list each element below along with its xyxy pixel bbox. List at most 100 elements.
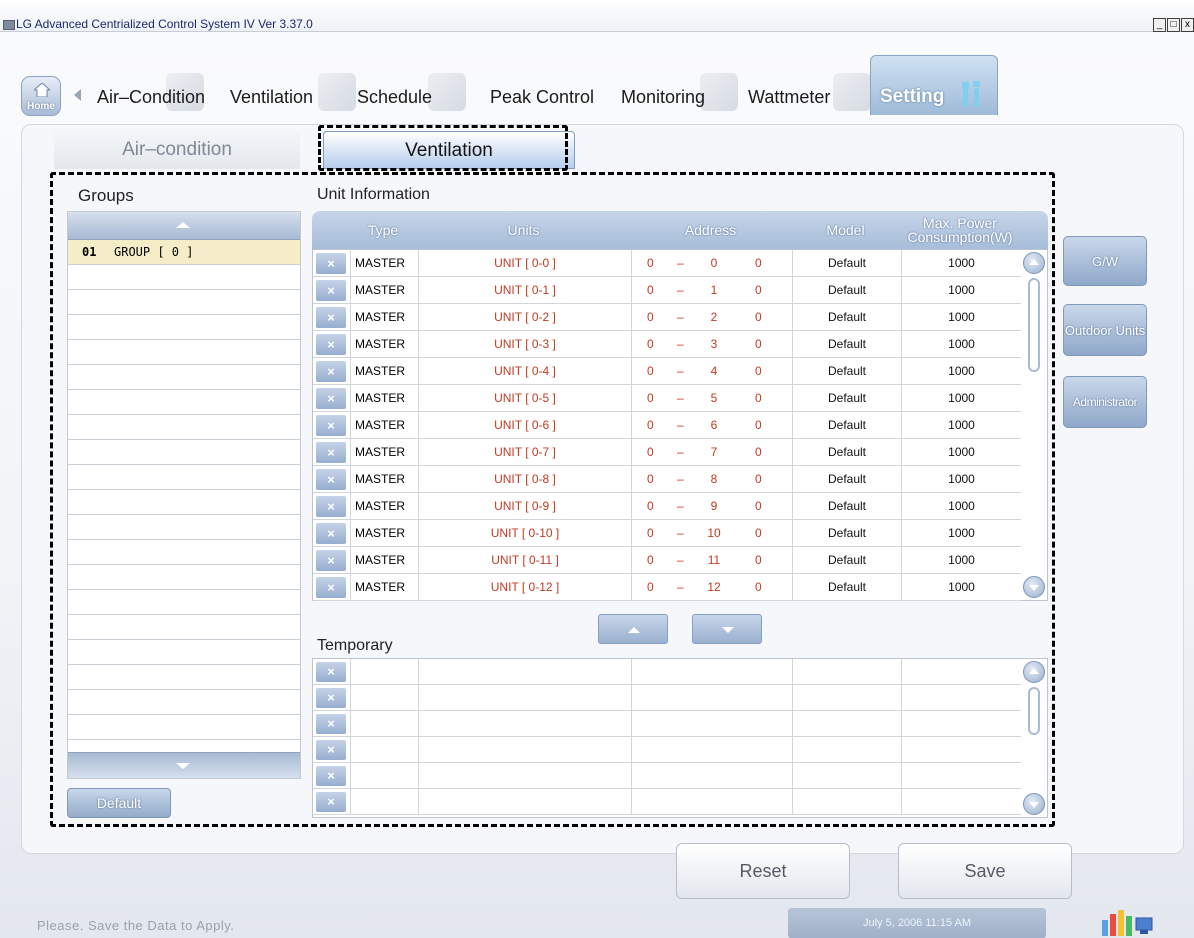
move-up-button[interactable] xyxy=(598,614,668,644)
cell-address xyxy=(631,685,792,710)
administrator-button[interactable]: Administrator xyxy=(1063,376,1147,428)
group-row-empty[interactable] xyxy=(68,665,300,690)
temporary-row[interactable]: × xyxy=(313,763,1021,789)
delete-row-icon[interactable]: × xyxy=(316,496,346,517)
group-row-empty[interactable] xyxy=(68,290,300,315)
scroll-down-icon[interactable] xyxy=(1023,576,1045,598)
maximize-button[interactable]: □ xyxy=(1167,18,1180,32)
cell-unit: UNIT [ 0-8 ] xyxy=(418,466,631,492)
scroll-up-icon[interactable] xyxy=(1023,252,1045,274)
table-row[interactable]: × MASTER UNIT [ 0-4 ] 0 – 4 0 Default 1000 xyxy=(313,358,1021,385)
group-row-empty[interactable] xyxy=(68,340,300,365)
group-row-empty[interactable] xyxy=(68,415,300,440)
home-button[interactable]: Home xyxy=(21,76,61,116)
delete-row-icon[interactable]: × xyxy=(316,523,346,544)
temporary-row[interactable]: × xyxy=(313,685,1021,711)
temporary-row[interactable]: × xyxy=(313,737,1021,763)
group-row-empty[interactable] xyxy=(68,540,300,565)
minimize-button[interactable]: _ xyxy=(1153,18,1166,32)
group-row-empty[interactable] xyxy=(68,640,300,665)
address-part-1: 0 xyxy=(647,418,654,432)
delete-row-icon[interactable]: × xyxy=(316,792,346,812)
groups-scroll-down-button[interactable] xyxy=(68,752,300,778)
window-titlebar: LG Advanced Centrialized Control System … xyxy=(0,0,1194,32)
group-row-empty[interactable] xyxy=(68,590,300,615)
nav-ventilation[interactable]: Ventilation xyxy=(230,87,313,108)
group-row-empty[interactable] xyxy=(68,565,300,590)
table-row[interactable]: × MASTER UNIT [ 0-0 ] 0 – 0 0 Default 1000 xyxy=(313,250,1021,277)
delete-row-icon[interactable]: × xyxy=(316,688,346,708)
group-row[interactable]: 01 GROUP [ 0 ] xyxy=(68,240,300,265)
temporary-row[interactable]: × xyxy=(313,711,1021,737)
delete-row-icon[interactable]: × xyxy=(316,766,346,786)
subtab-aircondition[interactable]: Air–condition xyxy=(54,131,300,169)
delete-row-icon[interactable]: × xyxy=(316,334,346,355)
delete-row-icon[interactable]: × xyxy=(316,280,346,301)
group-row-empty[interactable] xyxy=(68,690,300,715)
group-row-empty[interactable] xyxy=(68,440,300,465)
delete-row-icon[interactable]: × xyxy=(316,415,346,436)
group-row-empty[interactable] xyxy=(68,490,300,515)
delete-row-icon[interactable]: × xyxy=(316,714,346,734)
temporary-row[interactable]: × xyxy=(313,659,1021,685)
group-row-empty[interactable] xyxy=(68,390,300,415)
cell-power xyxy=(901,789,1021,814)
group-row-empty[interactable] xyxy=(68,315,300,340)
table-row[interactable]: × MASTER UNIT [ 0-12 ] 0 – 12 0 Default 1000 xyxy=(313,574,1021,601)
nav-schedule[interactable]: Schedule xyxy=(357,87,432,108)
delete-row-icon[interactable]: × xyxy=(316,577,346,598)
address-part-2: 8 xyxy=(710,472,718,486)
temporary-row[interactable]: × xyxy=(313,789,1021,815)
cell-model: Default xyxy=(792,520,901,546)
delete-row-icon[interactable]: × xyxy=(316,740,346,760)
nav-back-arrow-icon[interactable] xyxy=(74,89,81,101)
table-row[interactable]: × MASTER UNIT [ 0-7 ] 0 – 7 0 Default 1000 xyxy=(313,439,1021,466)
group-row-empty[interactable] xyxy=(68,515,300,540)
subtab-ventilation[interactable]: Ventilation xyxy=(323,131,575,169)
table-row[interactable]: × MASTER UNIT [ 0-2 ] 0 – 2 0 Default 1000 xyxy=(313,304,1021,331)
delete-row-icon[interactable]: × xyxy=(316,361,346,382)
group-row-empty[interactable] xyxy=(68,265,300,290)
reset-button[interactable]: Reset xyxy=(676,843,850,899)
table-row[interactable]: × MASTER UNIT [ 0-8 ] 0 – 8 0 Default 1000 xyxy=(313,466,1021,493)
save-button[interactable]: Save xyxy=(898,843,1072,899)
table-row[interactable]: × MASTER UNIT [ 0-11 ] 0 – 11 0 Default 1000 xyxy=(313,547,1021,574)
nav-aircondition[interactable]: Air–Condition xyxy=(97,87,205,108)
temporary-table-scrollbar[interactable] xyxy=(1023,661,1045,815)
table-row[interactable]: × MASTER UNIT [ 0-3 ] 0 – 3 0 Default 1000 xyxy=(313,331,1021,358)
delete-row-icon[interactable]: × xyxy=(316,469,346,490)
nav-peak-control[interactable]: Peak Control xyxy=(490,87,594,108)
scroll-down-icon[interactable] xyxy=(1023,793,1045,815)
scroll-up-icon[interactable] xyxy=(1023,661,1045,683)
table-row[interactable]: × MASTER UNIT [ 0-9 ] 0 – 9 0 Default 1000 xyxy=(313,493,1021,520)
table-row[interactable]: × MASTER UNIT [ 0-1 ] 0 – 1 0 Default 1000 xyxy=(313,277,1021,304)
table-row[interactable]: × MASTER UNIT [ 0-10 ] 0 – 10 0 Default 1000 xyxy=(313,520,1021,547)
gw-button[interactable]: G/W xyxy=(1063,236,1147,286)
default-button[interactable]: Default xyxy=(67,788,171,818)
delete-row-icon[interactable]: × xyxy=(316,388,346,409)
system-status-icon[interactable] xyxy=(1100,906,1156,938)
group-row-empty[interactable] xyxy=(68,715,300,740)
move-down-button[interactable] xyxy=(692,614,762,644)
group-row-empty[interactable] xyxy=(68,465,300,490)
scroll-thumb[interactable] xyxy=(1028,278,1040,372)
address-part-1: 0 xyxy=(647,472,654,486)
delete-row-icon[interactable]: × xyxy=(316,662,346,682)
scroll-thumb[interactable] xyxy=(1028,687,1040,735)
groups-scroll-up-button[interactable] xyxy=(68,212,300,240)
unit-table-scrollbar[interactable] xyxy=(1023,252,1045,598)
delete-row-icon[interactable]: × xyxy=(316,550,346,571)
delete-row-icon[interactable]: × xyxy=(316,253,346,274)
nav-setting[interactable]: Setting xyxy=(870,55,998,115)
group-row-empty[interactable] xyxy=(68,615,300,640)
delete-row-icon[interactable]: × xyxy=(316,442,346,463)
close-button[interactable]: x xyxy=(1181,18,1194,32)
schedule-deco-icon xyxy=(428,73,466,111)
table-row[interactable]: × MASTER UNIT [ 0-6 ] 0 – 6 0 Default 1000 xyxy=(313,412,1021,439)
table-row[interactable]: × MASTER UNIT [ 0-5 ] 0 – 5 0 Default 1000 xyxy=(313,385,1021,412)
nav-wattmeter[interactable]: Wattmeter xyxy=(748,87,830,108)
group-row-empty[interactable] xyxy=(68,365,300,390)
nav-monitoring[interactable]: Monitoring xyxy=(621,87,705,108)
outdoor-units-button[interactable]: Outdoor Units xyxy=(1063,304,1147,356)
delete-row-icon[interactable]: × xyxy=(316,307,346,328)
